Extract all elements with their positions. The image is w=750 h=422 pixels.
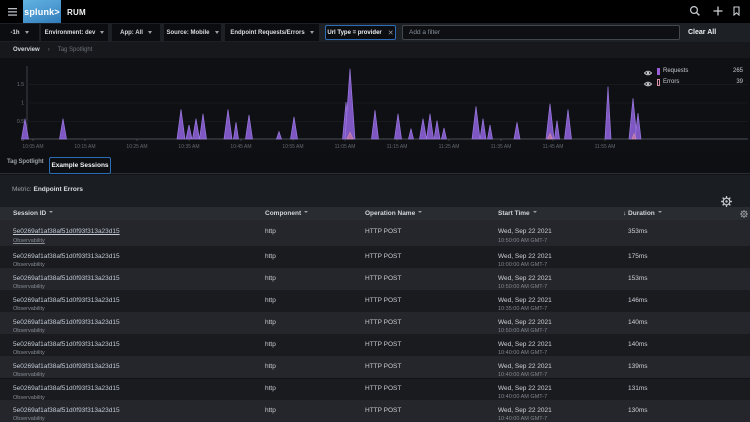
svg-text:10:55 AM: 10:55 AM bbox=[282, 144, 303, 150]
svg-text:10:05 AM: 10:05 AM bbox=[22, 144, 43, 150]
svg-text:11:35 AM: 11:35 AM bbox=[491, 144, 512, 150]
svg-text:11:15 AM: 11:15 AM bbox=[387, 144, 408, 150]
svg-text:11:05 AM: 11:05 AM bbox=[335, 144, 356, 150]
svg-text:1: 1 bbox=[21, 101, 24, 107]
svg-text:1.5: 1.5 bbox=[17, 82, 24, 88]
svg-text:10:25 AM: 10:25 AM bbox=[126, 144, 147, 150]
svg-text:11:55 AM: 11:55 AM bbox=[595, 144, 616, 150]
svg-text:0.5: 0.5 bbox=[17, 119, 24, 125]
svg-text:10:45 AM: 10:45 AM bbox=[230, 144, 251, 150]
svg-text:11:25 AM: 11:25 AM bbox=[439, 144, 460, 150]
svg-text:11:45 AM: 11:45 AM bbox=[543, 144, 564, 150]
svg-text:10:15 AM: 10:15 AM bbox=[74, 144, 95, 150]
svg-text:10:35 AM: 10:35 AM bbox=[178, 144, 199, 150]
